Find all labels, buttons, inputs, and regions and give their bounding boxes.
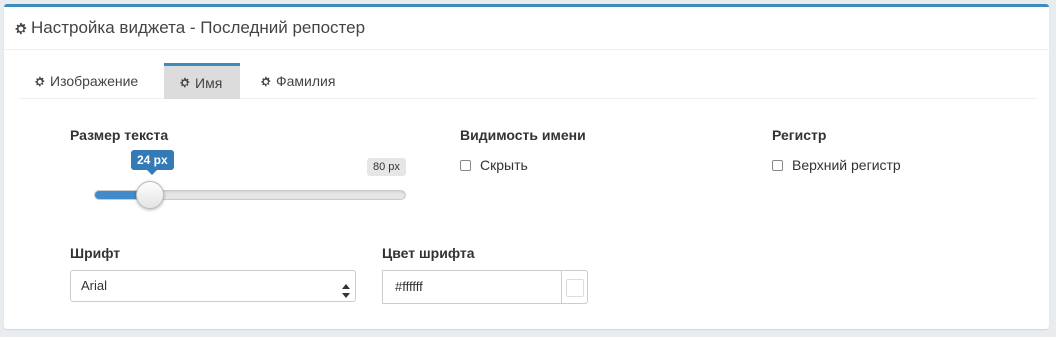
slider-handle[interactable]: [136, 181, 164, 209]
font-select[interactable]: Arial: [70, 270, 356, 302]
checkbox-label: Верхний регистр: [792, 157, 901, 173]
font-select-value: Arial: [81, 278, 108, 293]
case-label: Регистр: [772, 127, 827, 143]
select-arrows-icon: [342, 279, 350, 298]
tab-image[interactable]: Изображение: [19, 63, 163, 99]
color-picker-button[interactable]: [561, 270, 588, 304]
font-color-label: Цвет шрифта: [382, 245, 475, 261]
tab-name[interactable]: Имя: [164, 63, 240, 99]
gear-icon: [34, 76, 45, 87]
gear-icon: [14, 22, 27, 35]
color-swatch: [566, 279, 584, 297]
slider-max-badge: 80 px: [367, 158, 406, 176]
slider-value-badge: 24 px: [131, 150, 174, 175]
font-label: Шрифт: [70, 245, 121, 261]
tab-label: Фамилия: [276, 73, 336, 89]
text-size-label: Размер текста: [70, 127, 169, 143]
hide-name-checkbox[interactable]: Скрыть: [460, 157, 528, 173]
uppercase-checkbox[interactable]: Верхний регистр: [772, 157, 901, 173]
checkbox-box[interactable]: [460, 159, 471, 171]
font-color-input[interactable]: #ffffff: [382, 270, 561, 304]
panel-title: Настройка виджета - Последний репостер: [31, 18, 366, 37]
tab-surname[interactable]: Фамилия: [245, 63, 345, 99]
tab-bar: Изображение Имя Фамилия: [19, 63, 1037, 99]
panel-header: Настройка виджета - Последний репостер: [4, 7, 1049, 50]
tab-label: Изображение: [50, 73, 139, 89]
tab-label: Имя: [195, 74, 223, 91]
checkbox-label: Скрыть: [480, 157, 528, 173]
gear-icon: [260, 76, 271, 87]
gear-icon: [179, 77, 190, 88]
name-visibility-label: Видимость имени: [460, 127, 586, 143]
checkbox-box[interactable]: [772, 159, 783, 171]
